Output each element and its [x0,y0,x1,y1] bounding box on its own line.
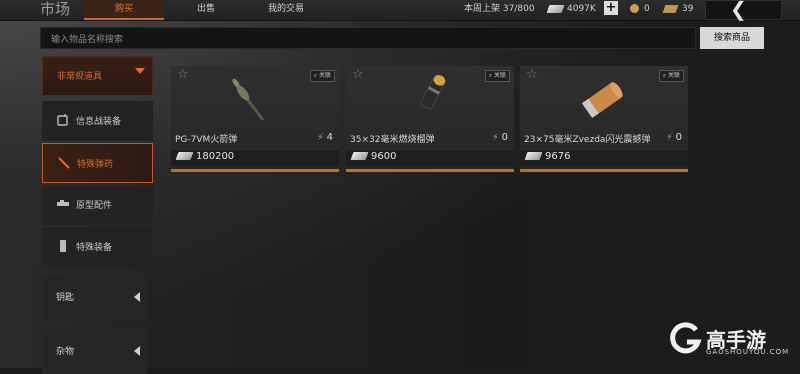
money-icon [546,4,565,13]
stack-icon: ⚡ [666,133,673,143]
search-placeholder: 输入物品名称搜索 [51,35,124,45]
item-count-value: 0 [501,132,508,143]
stack-icon: ⚡ [492,133,499,143]
coin-value: 0 [644,4,650,14]
sidebar-item-special-equipment[interactable]: 特殊装备 [42,227,153,267]
category-label: 钥匙 [56,293,75,303]
chevron-down-icon [135,68,145,74]
price-row: 9676 [520,150,688,166]
attachment-icon [57,200,69,206]
search-button[interactable]: 搜索商品 [700,27,764,49]
money-icon [350,152,369,160]
search-input[interactable]: 输入物品名称搜索 [40,27,696,49]
favorite-star-icon[interactable]: ☆ [177,68,189,82]
favorite-star-icon[interactable]: ☆ [526,68,538,82]
item-price: 9676 [524,151,571,162]
coin-balance: 0 [630,0,650,18]
item-price: 180200 [175,151,235,162]
chevron-left-icon [134,292,140,302]
sidebar-item-label: 原型配件 [76,201,113,211]
back-button[interactable]: ❮ [705,0,782,21]
tab-buy[interactable]: 购买 [84,0,164,20]
weekly-listing: 本周上架 37/800 [464,0,535,18]
ticket-value: 39 [682,4,694,14]
item-card[interactable]: ☆ ⌕ 关联 35×32毫米燃烧榴弹 ⚡ 0 9600 [346,66,514,172]
price-row: 180200 [171,150,339,166]
weekly-listing-label: 本周上架 [464,4,501,14]
related-tag[interactable]: ⌕ 关联 [484,70,510,82]
logo-icon [670,322,702,354]
sidebar-item-info-warfare[interactable]: 信息战装备 [42,101,153,141]
item-card[interactable]: ☆ ⌕ 关联 23×75毫米Zvezda闪光震撼弹 ⚡ 0 9676 [520,66,688,172]
related-label: 关联 [318,72,331,79]
item-price: 9600 [350,151,397,162]
item-card[interactable]: ☆ ⌕ 关联 PG-7VM火箭弹 ⚡ 4 180200 [171,66,339,172]
add-money-button[interactable]: + [604,1,618,15]
top-bar: 市场 购买 出售 我的交易 本周上架 37/800 4097K + 0 39 ❮ [0,0,800,21]
item-count-value: 0 [675,132,682,143]
page-title: 市场 [40,0,71,18]
item-count: ⚡ 0 [492,132,508,143]
item-price-value: 180200 [196,151,235,162]
related-tag[interactable]: ⌕ 关联 [658,70,684,82]
related-label: 关联 [667,72,680,79]
category-misc[interactable]: 杂物 [42,329,147,374]
chevron-left-icon [134,346,140,356]
money-balance: 4097K [546,0,596,18]
chevron-left-icon: ❮ [730,0,747,21]
money-icon [175,152,194,160]
item-name: PG-7VM火箭弹 [175,135,238,145]
related-tag[interactable]: ⌕ 关联 [309,70,335,82]
sidebar-item-special-ammo[interactable]: 特殊弹药 [42,143,153,183]
item-count-value: 4 [326,132,333,143]
radio-icon [57,114,68,126]
category-label: 非常规道具 [57,72,103,82]
price-row: 9600 [346,150,514,166]
watermark-logo: 高手游 GAOSHOUYOU.COM [668,322,788,362]
ammo-icon [58,157,70,169]
item-price-value: 9676 [545,151,571,162]
equipment-icon [60,240,66,252]
item-name: 23×75毫米Zvezda闪光震撼弹 [524,135,651,145]
sidebar-item-label: 特殊装备 [76,243,113,253]
money-icon [524,152,543,160]
sidebar-item-label: 特殊弹药 [77,160,114,170]
category-label: 杂物 [56,347,75,357]
sidebar-item-prototype-attachments[interactable]: 原型配件 [42,185,153,225]
tab-sell[interactable]: 出售 [168,0,244,18]
category-keys[interactable]: 钥匙 [42,275,147,320]
ticket-icon [662,4,679,13]
tab-my-trades[interactable]: 我的交易 [248,0,324,18]
item-count: ⚡ 0 [666,132,682,143]
coin-icon [630,4,639,13]
watermark-url: GAOSHOUYOU.COM [706,348,790,356]
category-unconventional-items[interactable]: 非常规道具 [42,56,153,96]
ticket-balance: 39 [662,0,694,18]
item-price-value: 9600 [371,151,397,162]
money-value: 4097K [567,4,596,14]
item-count: ⚡ 4 [317,132,333,143]
sidebar-item-label: 信息战装备 [76,117,122,127]
weekly-listing-value: 37/800 [502,4,535,14]
favorite-star-icon[interactable]: ☆ [352,68,364,82]
stack-icon: ⚡ [317,133,324,143]
item-name: 35×32毫米燃烧榴弹 [350,135,435,145]
related-label: 关联 [493,72,506,79]
